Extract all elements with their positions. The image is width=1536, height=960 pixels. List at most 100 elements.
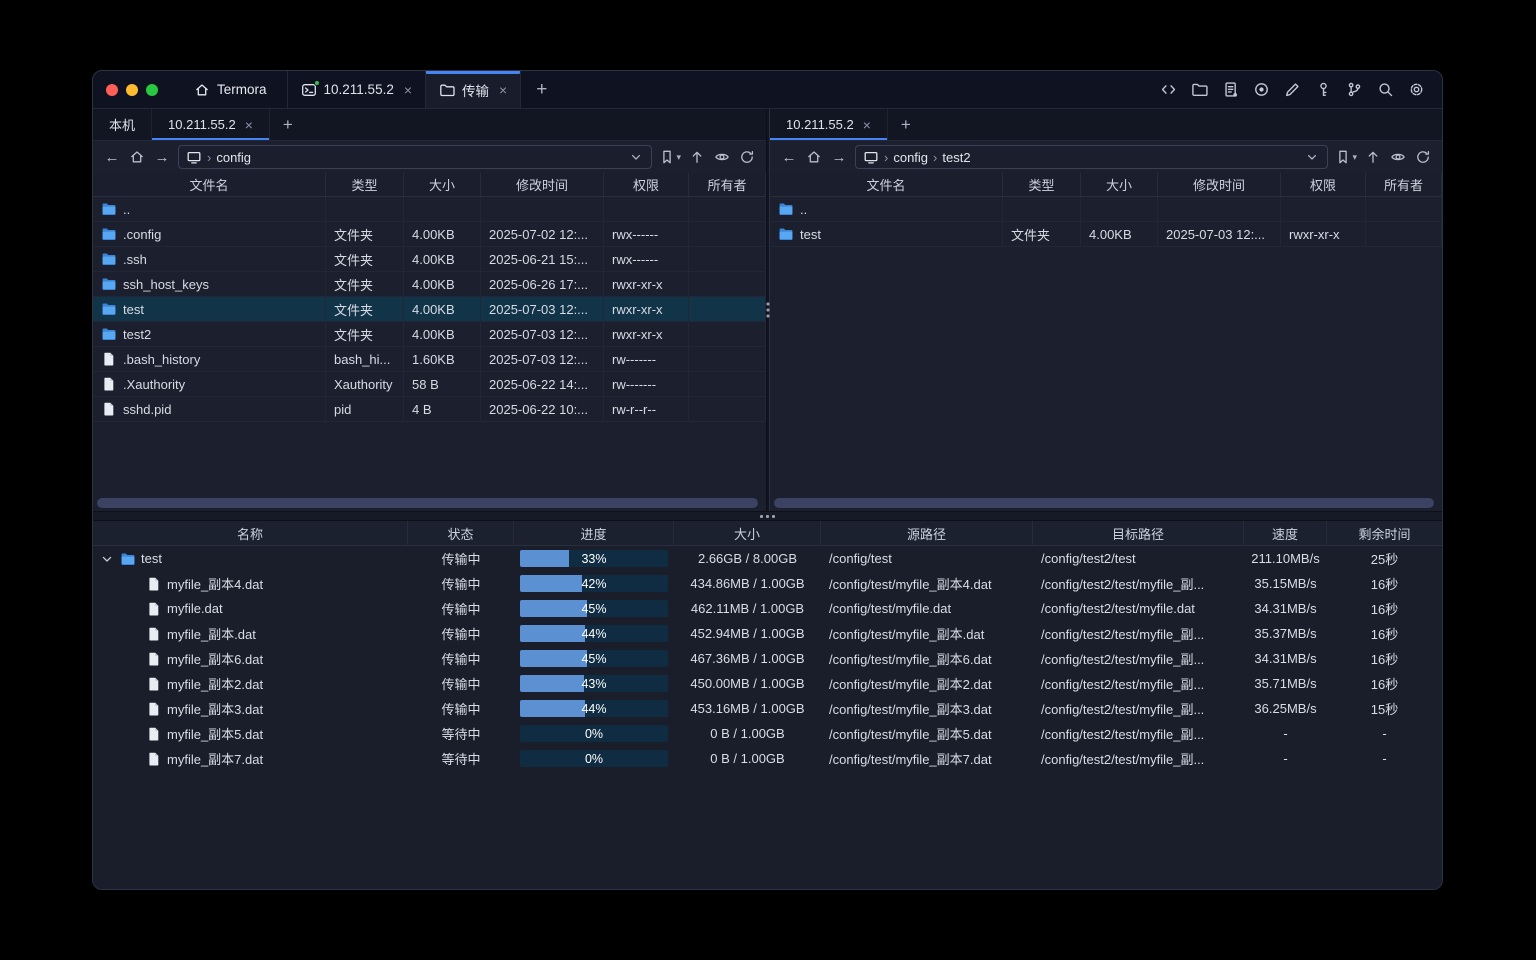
column-header[interactable]: 名称	[93, 521, 408, 545]
transfer-row[interactable]: myfile_副本.dat传输中44%452.94MB / 1.00GB/con…	[93, 621, 1442, 646]
refresh-button[interactable]	[738, 149, 756, 165]
panel-tab[interactable]: 10.211.55.2×	[152, 109, 270, 140]
column-header[interactable]: 修改时间	[1158, 173, 1281, 196]
minimize-window-button[interactable]	[126, 84, 138, 96]
app-home-tab[interactable]: Termora	[174, 71, 287, 108]
file-row[interactable]: test2文件夹4.00KB2025-07-03 12:...rwxr-xr-x	[93, 322, 766, 347]
path-field[interactable]: ›config›test2	[855, 145, 1328, 169]
edit-icon[interactable]	[1284, 81, 1301, 98]
branch-icon[interactable]	[1346, 81, 1363, 98]
file-type-cell: pid	[326, 397, 404, 421]
column-header[interactable]: 状态	[408, 521, 514, 545]
file-row[interactable]: ..	[93, 197, 766, 222]
breadcrumb-segment[interactable]: config	[216, 150, 251, 165]
close-window-button[interactable]	[106, 84, 118, 96]
column-header[interactable]: 权限	[604, 173, 689, 196]
column-header[interactable]: 大小	[674, 521, 821, 545]
file-row[interactable]: ..	[770, 197, 1442, 222]
panel-tab[interactable]: 10.211.55.2×	[770, 109, 888, 140]
close-icon[interactable]: ×	[499, 83, 507, 97]
close-icon[interactable]: ×	[245, 118, 253, 132]
transfer-name: myfile.dat	[167, 601, 223, 616]
transfer-row[interactable]: myfile.dat传输中45%462.11MB / 1.00GB/config…	[93, 596, 1442, 621]
new-panel-tab-button[interactable]: +	[888, 109, 924, 140]
column-header[interactable]: 文件名	[770, 173, 1003, 196]
transfer-row[interactable]: test传输中33%2.66GB / 8.00GB/config/test/co…	[93, 546, 1442, 571]
new-panel-tab-button[interactable]: +	[270, 109, 306, 140]
column-header[interactable]: 剩余时间	[1327, 521, 1442, 545]
path-field[interactable]: › config	[178, 145, 652, 169]
upload-button[interactable]	[688, 149, 706, 165]
refresh-button[interactable]	[1414, 149, 1432, 165]
file-row[interactable]: .ssh文件夹4.00KB2025-06-21 15:...rwx------	[93, 247, 766, 272]
breadcrumb-segment[interactable]: test2	[942, 150, 970, 165]
path-dropdown-icon[interactable]	[1304, 149, 1320, 165]
column-header[interactable]: 目标路径	[1033, 521, 1244, 545]
back-button[interactable]: ←	[780, 149, 798, 166]
column-header[interactable]: 所有者	[1366, 173, 1442, 196]
show-hidden-button[interactable]	[1389, 149, 1407, 165]
settings-icon[interactable]	[1408, 81, 1425, 98]
titlebar-tab[interactable]: 传输×	[426, 71, 521, 108]
transfer-row[interactable]: myfile_副本3.dat传输中44%453.16MB / 1.00GB/co…	[93, 696, 1442, 721]
file-row[interactable]: .config文件夹4.00KB2025-07-02 12:...rwx----…	[93, 222, 766, 247]
column-header[interactable]: 权限	[1281, 173, 1366, 196]
panel-tab[interactable]: 本机	[93, 109, 152, 140]
file-mtime-cell: 2025-07-03 12:...	[481, 297, 604, 321]
record-icon[interactable]	[1253, 81, 1270, 98]
search-icon[interactable]	[1377, 81, 1394, 98]
file-icon	[146, 676, 162, 692]
file-row[interactable]: .bash_historybash_hi...1.60KB2025-07-03 …	[93, 347, 766, 372]
column-header[interactable]: 修改时间	[481, 173, 604, 196]
new-terminal-tab-button[interactable]: +	[521, 71, 562, 108]
back-button[interactable]: ←	[103, 149, 121, 166]
file-row[interactable]: sshd.pidpid4 B2025-06-22 10:...rw-r--r--	[93, 397, 766, 422]
forward-button[interactable]: →	[153, 149, 171, 166]
code-icon[interactable]	[1160, 81, 1177, 98]
close-icon[interactable]: ×	[404, 83, 412, 97]
transfer-size-cell: 462.11MB / 1.00GB	[674, 601, 821, 616]
home-button[interactable]	[805, 149, 823, 165]
column-header[interactable]: 类型	[326, 173, 404, 196]
breadcrumb-separator: ›	[207, 150, 211, 165]
path-dropdown-icon[interactable]	[628, 149, 644, 165]
folder-icon[interactable]	[1191, 81, 1208, 98]
file-row[interactable]: test文件夹4.00KB2025-07-03 12:...rwxr-xr-x	[93, 297, 766, 322]
file-row[interactable]: .XauthorityXauthority58 B2025-06-22 14:.…	[93, 372, 766, 397]
bookmark-caret-icon[interactable]: ▾	[676, 152, 681, 163]
bookmark-button[interactable]: ▾	[659, 149, 681, 165]
upload-button[interactable]	[1364, 149, 1382, 165]
bookmark-caret-icon[interactable]: ▾	[1352, 152, 1357, 163]
transfer-progress-cell: 0%	[514, 725, 674, 742]
bookmark-button[interactable]: ▾	[1335, 149, 1357, 165]
chevron-down-icon[interactable]	[99, 551, 115, 567]
column-header[interactable]: 类型	[1003, 173, 1081, 196]
transfer-row[interactable]: myfile_副本5.dat等待中0%0 B / 1.00GB/config/t…	[93, 721, 1442, 746]
column-header[interactable]: 大小	[1081, 173, 1158, 196]
transfer-row[interactable]: myfile_副本4.dat传输中42%434.86MB / 1.00GB/co…	[93, 571, 1442, 596]
horizontal-scrollbar[interactable]	[97, 498, 758, 508]
home-button[interactable]	[128, 149, 146, 165]
log-icon[interactable]	[1222, 81, 1239, 98]
forward-button[interactable]: →	[830, 149, 848, 166]
column-header[interactable]: 进度	[514, 521, 674, 545]
column-header[interactable]: 所有者	[689, 173, 766, 196]
horizontal-scrollbar[interactable]	[774, 498, 1434, 508]
column-header[interactable]: 源路径	[821, 521, 1033, 545]
column-header[interactable]: 大小	[404, 173, 481, 196]
breadcrumb-segment[interactable]: config	[893, 150, 928, 165]
titlebar-tab[interactable]: 10.211.55.2×	[287, 71, 427, 108]
transfer-row[interactable]: myfile_副本6.dat传输中45%467.36MB / 1.00GB/co…	[93, 646, 1442, 671]
transfer-row[interactable]: myfile_副本7.dat等待中0%0 B / 1.00GB/config/t…	[93, 746, 1442, 771]
show-hidden-button[interactable]	[713, 149, 731, 165]
key-icon[interactable]	[1315, 81, 1332, 98]
file-size-cell: 4.00KB	[404, 297, 481, 321]
column-header[interactable]: 速度	[1244, 521, 1327, 545]
close-icon[interactable]: ×	[863, 118, 871, 132]
file-row[interactable]: test文件夹4.00KB2025-07-03 12:...rwxr-xr-x	[770, 222, 1442, 247]
column-header[interactable]: 文件名	[93, 173, 326, 196]
transfer-splitter[interactable]	[93, 511, 1442, 521]
file-row[interactable]: ssh_host_keys文件夹4.00KB2025-06-26 17:...r…	[93, 272, 766, 297]
transfer-row[interactable]: myfile_副本2.dat传输中43%450.00MB / 1.00GB/co…	[93, 671, 1442, 696]
maximize-window-button[interactable]	[146, 84, 158, 96]
